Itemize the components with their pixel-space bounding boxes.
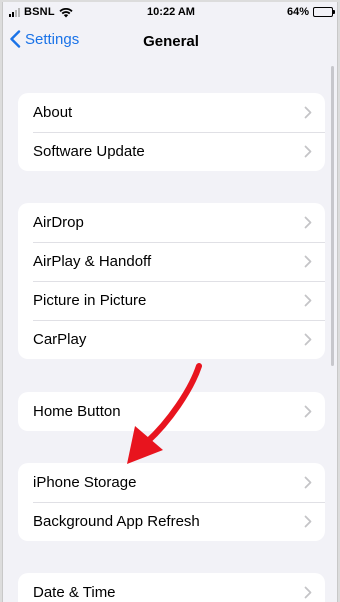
chevron-right-icon (304, 294, 312, 307)
row-date-time[interactable]: Date & Time (18, 573, 325, 602)
row-label: Software Update (33, 143, 145, 160)
row-label: CarPlay (33, 331, 87, 348)
battery-percent: 64% (286, 6, 309, 18)
chevron-right-icon (304, 106, 312, 119)
row-airplay-handoff[interactable]: AirPlay & Handoff (18, 242, 325, 281)
chevron-right-icon (304, 476, 312, 489)
chevron-right-icon (304, 515, 312, 528)
row-software-update[interactable]: Software Update (18, 132, 325, 171)
chevron-right-icon (304, 255, 312, 268)
settings-group-about: About Software Update (18, 93, 325, 171)
row-label: iPhone Storage (33, 474, 137, 491)
row-label: AirDrop (33, 214, 84, 231)
row-label: Home Button (33, 403, 121, 420)
row-background-app-refresh[interactable]: Background App Refresh (18, 502, 325, 541)
chevron-right-icon (304, 145, 312, 158)
row-about[interactable]: About (18, 93, 325, 132)
row-picture-in-picture[interactable]: Picture in Picture (18, 281, 325, 320)
status-bar: BSNL 10:22 AM 64% (3, 2, 337, 24)
row-label: Date & Time (33, 584, 116, 601)
settings-group-connectivity: AirDrop AirPlay & Handoff Picture in Pic… (18, 203, 325, 359)
chevron-right-icon (304, 333, 312, 346)
settings-group-home-button: Home Button (18, 392, 325, 431)
row-iphone-storage[interactable]: iPhone Storage (18, 463, 325, 502)
settings-group-storage: iPhone Storage Background App Refresh (18, 463, 325, 541)
row-airdrop[interactable]: AirDrop (18, 203, 325, 242)
row-home-button[interactable]: Home Button (18, 392, 325, 431)
navigation-bar: Settings General (3, 26, 337, 58)
row-label: About (33, 104, 73, 121)
scroll-indicator[interactable] (331, 66, 334, 366)
chevron-right-icon (304, 405, 312, 418)
settings-screen: BSNL 10:22 AM 64% Settings General About (2, 2, 338, 602)
status-right: 64% (286, 6, 335, 18)
row-label: AirPlay & Handoff (33, 253, 152, 270)
row-label: Background App Refresh (33, 513, 200, 530)
page-title: General (143, 33, 199, 50)
battery-icon (313, 7, 335, 17)
chevron-right-icon (304, 586, 312, 599)
settings-group-date-time: Date & Time (18, 573, 325, 602)
row-label: Picture in Picture (33, 292, 147, 309)
row-carplay[interactable]: CarPlay (18, 320, 325, 359)
chevron-right-icon (304, 216, 312, 229)
